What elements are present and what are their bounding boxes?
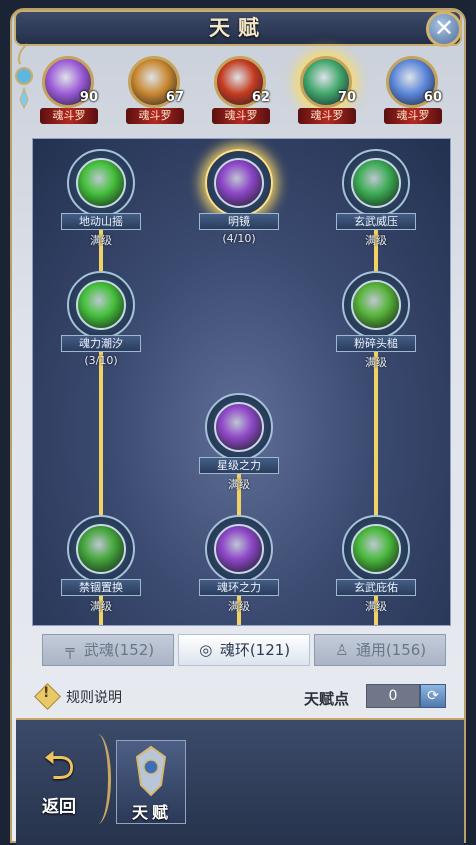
talent-progress: 满级 (365, 234, 387, 247)
talent-node[interactable]: 魂环之力 满级 (197, 515, 281, 625)
rules-label: 规则说明 (66, 690, 122, 706)
tab-label: 通用(156) (355, 641, 427, 659)
exclamation-icon: ! (43, 685, 50, 701)
talent-name: 禁锢置换 (61, 579, 141, 596)
talent-tree: 地动山摇 满级 明镜 (4/10) 玄武威压 满级 魂力潮汐 (3/10) 粉碎头槌 满级… (32, 138, 451, 626)
character-level: 90 (79, 90, 98, 105)
talent-progress: (3/10) (84, 354, 118, 367)
talent-node[interactable]: 玄武威压 满级 (334, 149, 418, 259)
talent-node[interactable]: 魂力潮汐 (3/10) (59, 271, 143, 381)
talent-node[interactable]: 星级之力 满级 (197, 393, 281, 503)
talent-name: 星级之力 (199, 457, 279, 474)
talent-progress: 满级 (90, 234, 112, 247)
character-card[interactable]: 60 魂斗罗 (380, 52, 444, 128)
tab-label: 武魂(152) (83, 641, 155, 659)
character-card[interactable]: 90 魂斗罗 (36, 52, 100, 128)
talent-icon (76, 158, 126, 208)
talent-icon (76, 524, 126, 574)
talent-icon (351, 280, 401, 330)
talent-node[interactable]: 粉碎头槌 满级 (334, 271, 418, 381)
character-level: 67 (165, 90, 184, 105)
talent-name: 魂环之力 (199, 579, 279, 596)
tab-tongyong[interactable]: ♙ 通用(156) (314, 634, 446, 666)
tab-hunhuan[interactable]: ◎ 魂环(121) (178, 634, 310, 666)
talent-node[interactable]: 地动山摇 满级 (59, 149, 143, 259)
talent-icon (214, 158, 264, 208)
talent-points-label: 天赋点 (304, 690, 350, 708)
talent-progress: 满级 (90, 600, 112, 613)
talent-name: 玄武庇佑 (336, 579, 416, 596)
talent-icon (214, 402, 264, 452)
character-card[interactable]: 70 魂斗罗 (294, 52, 358, 128)
talent-name: 明镜 (199, 213, 279, 230)
decorative-arc (84, 734, 111, 824)
talent-progress: 满级 (365, 600, 387, 613)
character-card[interactable]: 62 魂斗罗 (208, 52, 272, 128)
close-icon: ✕ (433, 14, 455, 42)
return-arrow-icon: ⮌ (42, 743, 76, 789)
talent-progress: (4/10) (222, 232, 256, 245)
talent-name: 玄武威压 (336, 213, 416, 230)
talent-name: 粉碎头槌 (336, 335, 416, 352)
character-selector: 90 魂斗罗 67 魂斗罗 62 魂斗罗 70 魂斗罗 60 魂斗罗 (36, 52, 446, 132)
talent-name: 地动山摇 (61, 213, 141, 230)
talent-nav-button[interactable]: 天赋 (116, 740, 186, 824)
talent-node[interactable]: 玄武庇佑 满级 (334, 515, 418, 625)
talent-icon (214, 524, 264, 574)
back-label: 返回 (42, 797, 76, 817)
character-level: 60 (423, 90, 442, 105)
talent-icon (76, 280, 126, 330)
character-tag: 魂斗罗 (126, 108, 184, 124)
talent-node[interactable]: 明镜 (4/10) (197, 149, 281, 259)
talent-node[interactable]: 禁锢置换 满级 (59, 515, 143, 625)
talent-points-value: 0 (366, 684, 420, 708)
close-button[interactable]: ✕ (426, 11, 462, 47)
talent-name: 魂力潮汐 (61, 335, 141, 352)
tab-wuhun[interactable]: ╤ 武魂(152) (42, 634, 174, 666)
talent-icon (351, 524, 401, 574)
character-tag: 魂斗罗 (298, 108, 356, 124)
soul-ring-icon: ◎ (199, 641, 213, 659)
tab-label: 魂环(121) (219, 641, 291, 659)
talent-nav-label: 天赋 (131, 803, 172, 822)
category-tabs: ╤ 武魂(152) ◎ 魂环(121) ♙ 通用(156) (42, 634, 446, 666)
talent-progress: 满级 (228, 600, 250, 613)
talent-progress: 满级 (228, 478, 250, 491)
talent-icon (351, 158, 401, 208)
talent-emblem-icon (135, 745, 167, 797)
character-tag: 魂斗罗 (40, 108, 98, 124)
weapon-icon: ╤ (65, 641, 75, 659)
reset-points-button[interactable]: ⟳ (420, 684, 446, 708)
talent-progress: 满级 (365, 356, 387, 369)
meditation-icon: ♙ (335, 641, 349, 659)
character-level: 70 (337, 90, 356, 105)
character-tag: 魂斗罗 (212, 108, 270, 124)
character-card[interactable]: 67 魂斗罗 (122, 52, 186, 128)
character-tag: 魂斗罗 (384, 108, 442, 124)
back-button[interactable]: ⮌ 返回 (28, 742, 90, 820)
character-level: 62 (251, 90, 270, 105)
window-title: 天赋 (209, 15, 267, 40)
refresh-icon: ⟳ (427, 688, 439, 704)
